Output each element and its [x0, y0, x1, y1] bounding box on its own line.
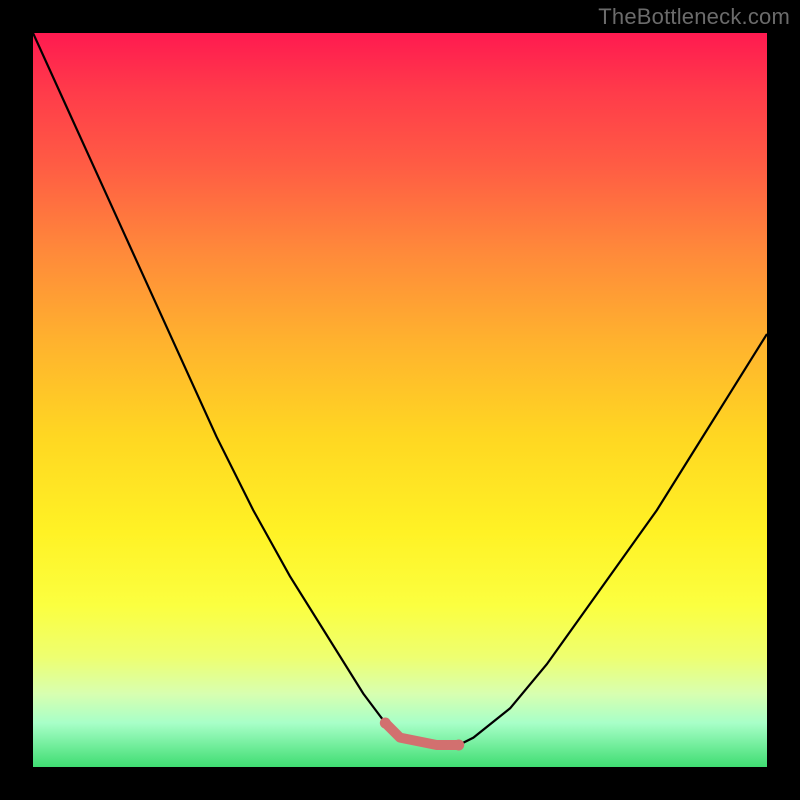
- curve-layer: [33, 33, 767, 767]
- curve-path: [33, 33, 767, 745]
- highlight-path: [385, 723, 458, 745]
- plot-area: [33, 33, 767, 767]
- highlight-dot-right: [453, 739, 464, 750]
- chart-frame: TheBottleneck.com: [0, 0, 800, 800]
- watermark-text: TheBottleneck.com: [598, 4, 790, 30]
- highlight-dot-left: [380, 717, 391, 728]
